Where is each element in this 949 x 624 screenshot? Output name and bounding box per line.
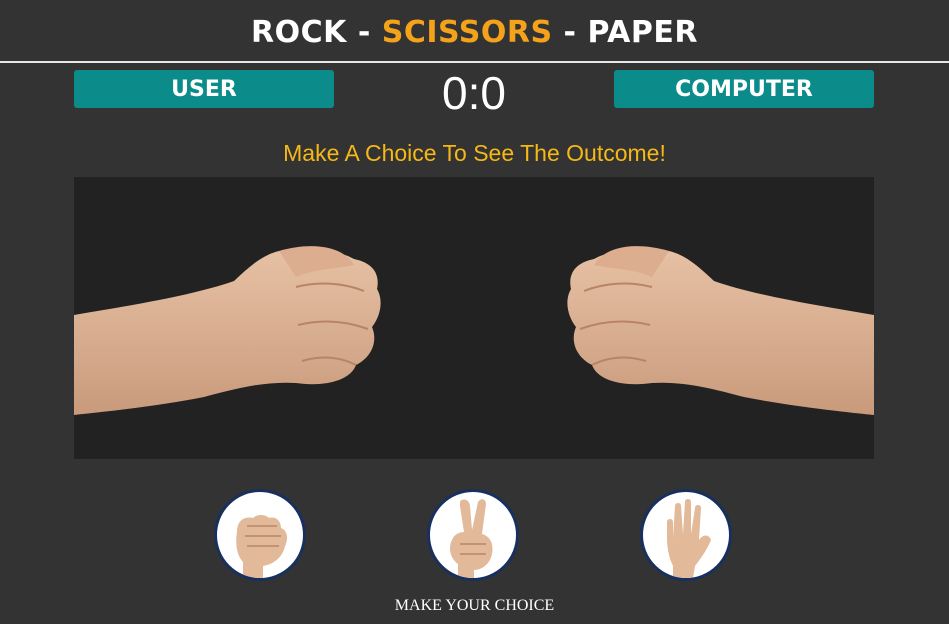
scissors-choice-button[interactable] [427,489,519,581]
page-title: ROCK - SCISSORS - PAPER [0,13,949,53]
rock-choice-button[interactable] [214,489,306,581]
result-message: Make A Choice To See The Outcome! [283,140,666,166]
computer-badge: COMPUTER [614,70,874,108]
battle-arena [74,177,874,459]
title-paper: - PAPER [552,15,698,50]
title-scissors: SCISSORS [381,15,553,50]
user-badge: USER [74,70,334,108]
scissors-hand-icon [450,499,493,578]
paper-hand-icon [667,499,711,578]
make-choice-label: MAKE YOUR CHOICE [394,597,555,614]
rock-hand-icon [236,515,288,578]
title-rock: ROCK - [251,15,382,50]
score-display: 0:0 [442,67,506,119]
header-bar: ROCK - SCISSORS - PAPER [0,0,949,63]
paper-choice-button[interactable] [640,489,732,581]
user-fist-icon [74,246,874,415]
